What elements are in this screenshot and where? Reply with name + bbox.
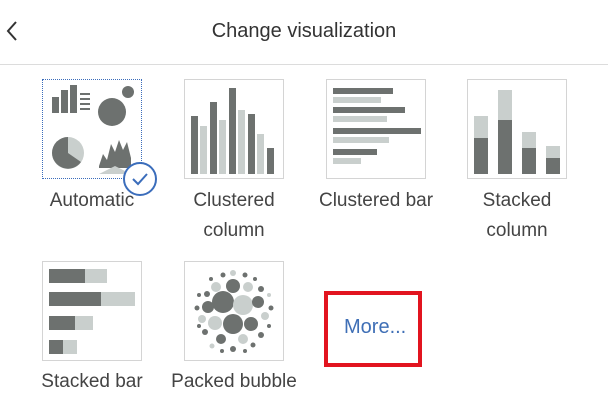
option-label-packed-bubble: Packed bubble xyxy=(164,367,304,397)
header: Change visualization xyxy=(0,0,608,65)
clustered-column-label-line1: Clustered xyxy=(193,190,275,211)
clustered-bar-icon xyxy=(333,88,421,164)
clustered-column-icon xyxy=(191,88,274,174)
option-label-clustered-column: Clustered column xyxy=(164,186,304,246)
clustered-bar-label: Clustered bar xyxy=(318,190,434,211)
clustered-bar-option[interactable] xyxy=(326,79,426,179)
option-label-automatic: Automatic xyxy=(22,186,162,216)
clustered-column-option[interactable] xyxy=(184,79,284,179)
clustered-column-label-line2: column xyxy=(203,220,265,241)
stacked-column-label-line2: column xyxy=(486,220,548,241)
stacked-column-icon xyxy=(474,90,560,174)
stacked-column-option[interactable] xyxy=(467,79,567,179)
stacked-column-label-line1: Stacked xyxy=(482,190,552,211)
packed-bubble-icon xyxy=(190,267,278,355)
page-title: Change visualization xyxy=(211,20,397,42)
option-label-stacked-column: Stacked column xyxy=(447,186,587,246)
packed-bubble-label: Packed bubble xyxy=(171,371,297,392)
option-label-stacked-bar: Stacked bar xyxy=(22,367,162,397)
stacked-bar-label: Stacked bar xyxy=(41,371,143,392)
automatic-chart-icon xyxy=(52,85,134,174)
stacked-bar-option[interactable] xyxy=(42,261,142,361)
more-link[interactable]: More... xyxy=(344,316,406,339)
stacked-bar-icon xyxy=(49,269,135,354)
packed-bubble-option[interactable] xyxy=(184,261,284,361)
automatic-option[interactable] xyxy=(42,79,142,179)
option-label-clustered-bar: Clustered bar xyxy=(306,186,446,216)
automatic-label: Automatic xyxy=(49,190,135,211)
